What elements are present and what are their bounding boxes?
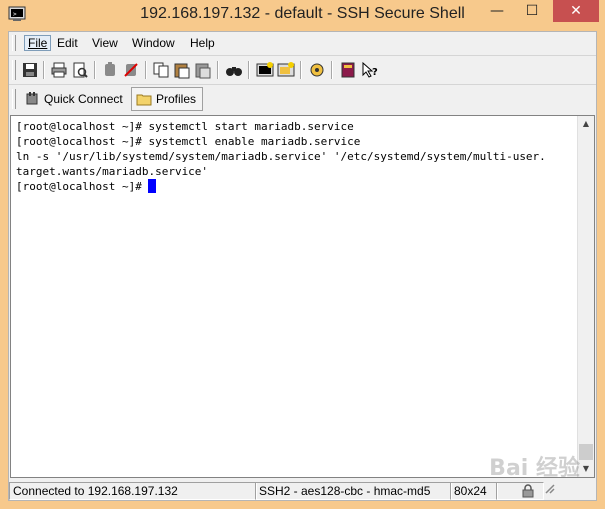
print-preview-icon[interactable] <box>71 61 89 79</box>
new-file-transfer-icon[interactable] <box>277 61 295 79</box>
terminal-prompt-line: [root@localhost ~]# <box>16 179 546 194</box>
scroll-down-arrow-icon[interactable]: ▼ <box>578 461 594 477</box>
menu-help[interactable]: Help <box>190 36 215 50</box>
menu-file[interactable]: File <box>24 35 52 51</box>
lock-status <box>496 482 544 500</box>
terminal-prompt: [root@localhost ~]# <box>16 180 149 193</box>
folder-icon <box>136 94 152 106</box>
menu-bar: File Edit View Window Help <box>9 32 596 54</box>
status-bar: Connected to 192.168.197.132 SSH2 - aes1… <box>9 480 596 500</box>
reconnect-icon[interactable] <box>122 61 140 79</box>
connection-status: Connected to 192.168.197.132 <box>9 482 257 500</box>
menu-window[interactable]: Window <box>132 36 175 50</box>
terminal-output: [root@localhost ~]# systemctl start mari… <box>16 119 546 194</box>
vertical-scrollbar[interactable]: ▲ ▼ <box>577 116 594 477</box>
new-terminal-icon[interactable] <box>256 61 274 79</box>
close-button[interactable]: ✕ <box>553 0 599 22</box>
maximize-button[interactable]: ☐ <box>517 0 547 22</box>
menu-view[interactable]: View <box>92 36 118 50</box>
disconnect-icon[interactable] <box>101 61 119 79</box>
toolbar-grip[interactable] <box>12 60 16 80</box>
menubar-grip[interactable] <box>12 35 16 51</box>
print-icon[interactable] <box>50 61 68 79</box>
toolbar-separator <box>145 61 147 79</box>
quick-connect-icon <box>26 92 38 105</box>
profiles-label: Profiles <box>156 92 197 106</box>
context-help-icon[interactable]: ? <box>361 61 379 79</box>
toolbar-separator <box>331 61 333 79</box>
resize-grip-icon[interactable] <box>540 482 560 498</box>
cipher-status: SSH2 - aes128-cbc - hmac-md5 <box>255 482 452 500</box>
find-icon[interactable] <box>225 61 243 79</box>
title-bar[interactable]: >_ 192.168.197.132 - default - SSH Secur… <box>0 0 605 30</box>
terminal-cursor <box>148 179 157 193</box>
window-title: 192.168.197.132 - default - SSH Secure S… <box>140 5 465 22</box>
terminal-size-status: 80x24 <box>450 482 498 500</box>
copy-icon[interactable] <box>152 61 170 79</box>
toolbar-separator <box>43 61 45 79</box>
terminal-pane[interactable]: [root@localhost ~]# systemctl start mari… <box>10 115 595 478</box>
lock-icon <box>522 484 534 498</box>
quick-connect-bar: Quick Connect Profiles <box>9 84 596 113</box>
save-icon[interactable] <box>21 61 39 79</box>
toolbar-separator <box>217 61 219 79</box>
toolbar: ? <box>9 55 596 84</box>
quickbar-grip[interactable] <box>12 89 16 109</box>
toolbar-separator <box>248 61 250 79</box>
terminal-line: ln -s '/usr/lib/systemd/system/mariadb.s… <box>16 150 546 163</box>
terminal-line: target.wants/mariadb.service' <box>16 165 209 178</box>
scrollbar-thumb[interactable] <box>579 444 593 460</box>
terminal-line: [root@localhost ~]# systemctl start mari… <box>16 120 354 133</box>
quick-connect-label: Quick Connect <box>44 92 123 106</box>
settings-icon[interactable] <box>308 61 326 79</box>
quick-connect-button[interactable]: Quick Connect <box>19 87 130 111</box>
minimize-button[interactable]: — <box>482 0 512 22</box>
profiles-button[interactable]: Profiles <box>131 87 204 111</box>
client-area: File Edit View Window Help ? Quick Conne… <box>8 31 597 501</box>
toolbar-separator <box>300 61 302 79</box>
scroll-up-arrow-icon[interactable]: ▲ <box>578 116 594 132</box>
terminal-line: [root@localhost ~]# systemctl enable mar… <box>16 135 361 148</box>
paste-icon[interactable] <box>173 61 191 79</box>
paste-selection-icon[interactable] <box>194 61 212 79</box>
svg-text:?: ? <box>372 67 378 78</box>
help-book-icon[interactable] <box>339 61 357 79</box>
toolbar-separator <box>94 61 96 79</box>
ssh-window: >_ 192.168.197.132 - default - SSH Secur… <box>0 0 605 509</box>
menu-edit[interactable]: Edit <box>57 36 78 50</box>
watermark: Bai 经验 <box>489 456 580 481</box>
